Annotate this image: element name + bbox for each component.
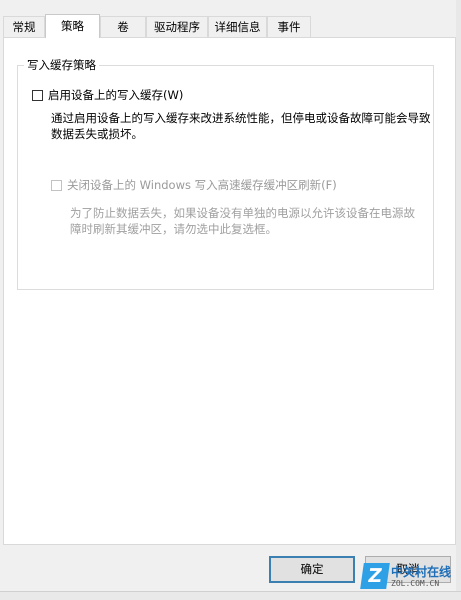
tab-policy[interactable]: 策略	[45, 14, 100, 38]
watermark-main: 中关村在线	[391, 564, 452, 579]
properties-dialog: 常规 策略 卷 驱动程序 详细信息 事件 写入缓存策略 启用设备上的写入缓存(W…	[0, 0, 461, 600]
disable-flush-label: 关闭设备上的 Windows 写入高速缓存缓冲区刷新(F)	[67, 178, 337, 192]
group-title: 写入缓存策略	[24, 58, 99, 73]
enable-write-cache-label: 启用设备上的写入缓存(W)	[48, 88, 184, 102]
ok-button[interactable]: 确定	[269, 556, 355, 583]
zol-watermark: Z 中关村在线 ZOL.COM.CN	[360, 563, 452, 589]
disable-flush-option: 关闭设备上的 Windows 写入高速缓存缓冲区刷新(F)	[51, 178, 337, 193]
tab-events[interactable]: 事件	[267, 16, 311, 37]
tab-details[interactable]: 详细信息	[208, 16, 267, 37]
disable-flush-checkbox	[51, 180, 62, 191]
policy-panel: 写入缓存策略 启用设备上的写入缓存(W) 通过启用设备上的写入缓存来改进系统性能…	[3, 37, 456, 545]
zol-logo-icon: Z	[360, 563, 390, 589]
write-cache-policy-group: 写入缓存策略 启用设备上的写入缓存(W) 通过启用设备上的写入缓存来改进系统性能…	[17, 58, 434, 290]
enable-write-cache-checkbox[interactable]	[32, 90, 43, 101]
enable-write-cache-option[interactable]: 启用设备上的写入缓存(W)	[32, 88, 183, 103]
enable-write-cache-description: 通过启用设备上的写入缓存来改进系统性能，但停电或设备故障可能会导致数据丢失或损坏…	[51, 111, 431, 141]
tab-general[interactable]: 常规	[3, 16, 45, 37]
tab-driver[interactable]: 驱动程序	[146, 16, 208, 37]
tab-volume[interactable]: 卷	[100, 16, 146, 37]
window-right-edge	[456, 0, 461, 591]
watermark-sub: ZOL.COM.CN	[391, 578, 440, 588]
disable-flush-description: 为了防止数据丢失，如果设备没有单独的电源以允许该设备在电源故障时刷新其缓冲区，请…	[70, 206, 415, 236]
